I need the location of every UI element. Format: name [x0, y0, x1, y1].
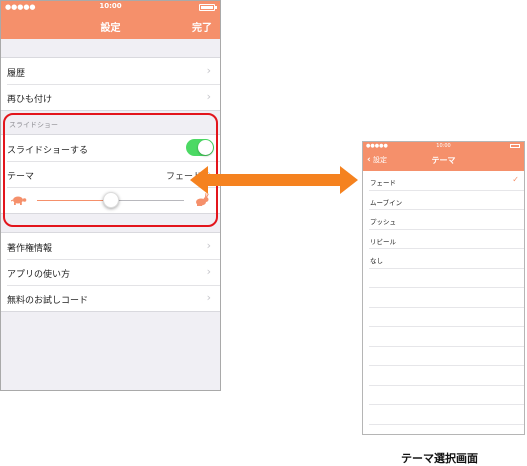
how-to-use-row[interactable]: アプリの使い方 › [1, 259, 220, 285]
theme-list: フェード ✓ ムーブインプッシュリビールなし [363, 171, 524, 435]
chevron-right-icon: › [206, 291, 211, 304]
settings-group-1: 履歴 › 再ひも付け › [1, 57, 220, 111]
settings-group-2: 著作権情報 › アプリの使い方 › 無料のお試しコード › [1, 232, 220, 312]
battery-icon [199, 4, 217, 11]
theme-option-label: ムーブイン [370, 198, 403, 207]
empty-row [363, 347, 524, 367]
theme-option-label: リビール [370, 237, 396, 246]
chevron-right-icon: › [206, 64, 211, 77]
theme-option-label: フェード [370, 179, 396, 187]
chevron-right-icon: › [206, 239, 211, 252]
empty-row [363, 386, 524, 406]
relink-label: 再ひも付け [7, 95, 53, 105]
history-row[interactable]: 履歴 › [1, 58, 220, 84]
copyright-label: 著作権情報 [7, 244, 53, 254]
theme-option-label: プッシュ [370, 218, 396, 226]
status-time: 10:00 [99, 2, 122, 10]
theme-option[interactable]: プッシュ [363, 210, 524, 230]
empty-row [363, 327, 524, 347]
theme-selection-screen: ●●●●● 10:00 ‹ 設定 テーマ フェード ✓ ムーブインプッシュリビールな… [362, 141, 525, 435]
slideshow-highlight-box [3, 113, 218, 227]
trial-code-row[interactable]: 無料のお試しコード › [1, 285, 220, 311]
caption: テーマ選択画面 [401, 452, 478, 465]
nav-title: 設定 [100, 23, 121, 34]
status-time: 10:00 [436, 143, 451, 149]
empty-row [363, 425, 524, 435]
theme-option[interactable]: リビール [363, 230, 524, 250]
status-bar: ●●●●● 10:00 [363, 142, 524, 150]
theme-option-label: なし [370, 257, 383, 265]
double-arrow-icon [190, 166, 358, 194]
theme-option[interactable]: ムーブイン [363, 191, 524, 211]
status-bar: ●●●●● 10:00 [1, 1, 220, 13]
empty-row [363, 288, 524, 308]
checkmark-icon: ✓ [512, 175, 519, 184]
navigation-bar: 設定 完了 [1, 13, 220, 39]
empty-row [363, 405, 524, 425]
theme-option[interactable]: なし [363, 249, 524, 269]
nav-title: テーマ [431, 156, 456, 165]
relink-row[interactable]: 再ひも付け › [1, 84, 220, 110]
history-label: 履歴 [7, 69, 26, 79]
trial-code-label: 無料のお試しコード [7, 296, 89, 306]
chevron-right-icon: › [206, 265, 211, 278]
empty-row [363, 308, 524, 328]
how-to-use-label: アプリの使い方 [7, 270, 71, 280]
empty-row [363, 269, 524, 289]
battery-icon [510, 144, 520, 148]
navigation-bar: ‹ 設定 テーマ [363, 150, 524, 171]
theme-option[interactable]: フェード ✓ [363, 171, 524, 191]
empty-row [363, 366, 524, 386]
done-button[interactable]: 完了 [192, 19, 212, 34]
copyright-row[interactable]: 著作権情報 › [1, 233, 220, 259]
chevron-right-icon: › [206, 90, 211, 103]
